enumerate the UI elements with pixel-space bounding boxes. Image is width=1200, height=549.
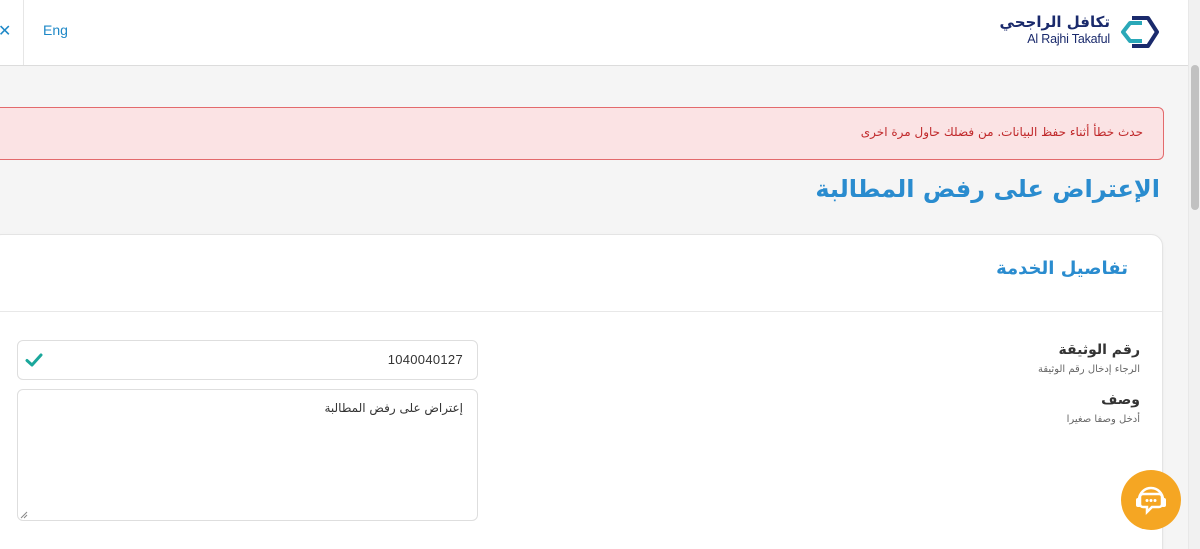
logo-arabic-text: تكافل الراجحي <box>999 13 1110 31</box>
description-value: إعتراض على رفض المطالبة <box>324 401 463 415</box>
policy-number-label: رقم الوثيقة <box>1058 342 1140 358</box>
language-toggle[interactable]: Eng <box>43 22 68 38</box>
card-title: تفاصيل الخدمة <box>996 258 1128 279</box>
logo-mark-icon <box>1121 16 1159 48</box>
chat-support-button[interactable] <box>1121 470 1181 530</box>
chat-support-icon <box>1136 486 1166 516</box>
error-alert-message: حدث خطأ أثناء حفظ البيانات. من فضلك حاول… <box>860 125 1143 139</box>
page-title: الإعتراض على رفض المطالبة <box>815 175 1160 203</box>
policy-number-input[interactable]: 1040040127 <box>17 340 478 380</box>
description-label: وصف <box>1101 392 1140 408</box>
top-header: ✕ Eng تكافل الراجحي Al Rajhi Takaful <box>0 0 1188 66</box>
logo-english-text: Al Rajhi Takaful <box>1027 32 1110 46</box>
policy-number-value: 1040040127 <box>387 352 463 367</box>
error-alert: حدث خطأ أثناء حفظ البيانات. من فضلك حاول… <box>0 107 1164 160</box>
policy-number-hint: الرجاء إدخال رقم الوثيقة <box>1037 364 1140 375</box>
description-hint: أدخل وصفا صغيرا <box>1066 414 1140 425</box>
check-icon <box>25 353 43 367</box>
scrollbar-thumb[interactable] <box>1191 65 1199 210</box>
description-textarea[interactable]: إعتراض على رفض المطالبة <box>17 389 478 521</box>
service-details-card: تفاصيل الخدمة رقم الوثيقة الرجاء إدخال ر… <box>0 234 1163 549</box>
card-divider <box>0 311 1162 312</box>
header-divider <box>23 0 24 65</box>
resize-grip-icon[interactable] <box>20 511 28 519</box>
brand-logo[interactable]: تكافل الراجحي Al Rajhi Takaful <box>1000 12 1162 52</box>
close-icon[interactable]: ✕ <box>0 20 14 42</box>
page-scrollbar[interactable] <box>1188 0 1200 549</box>
